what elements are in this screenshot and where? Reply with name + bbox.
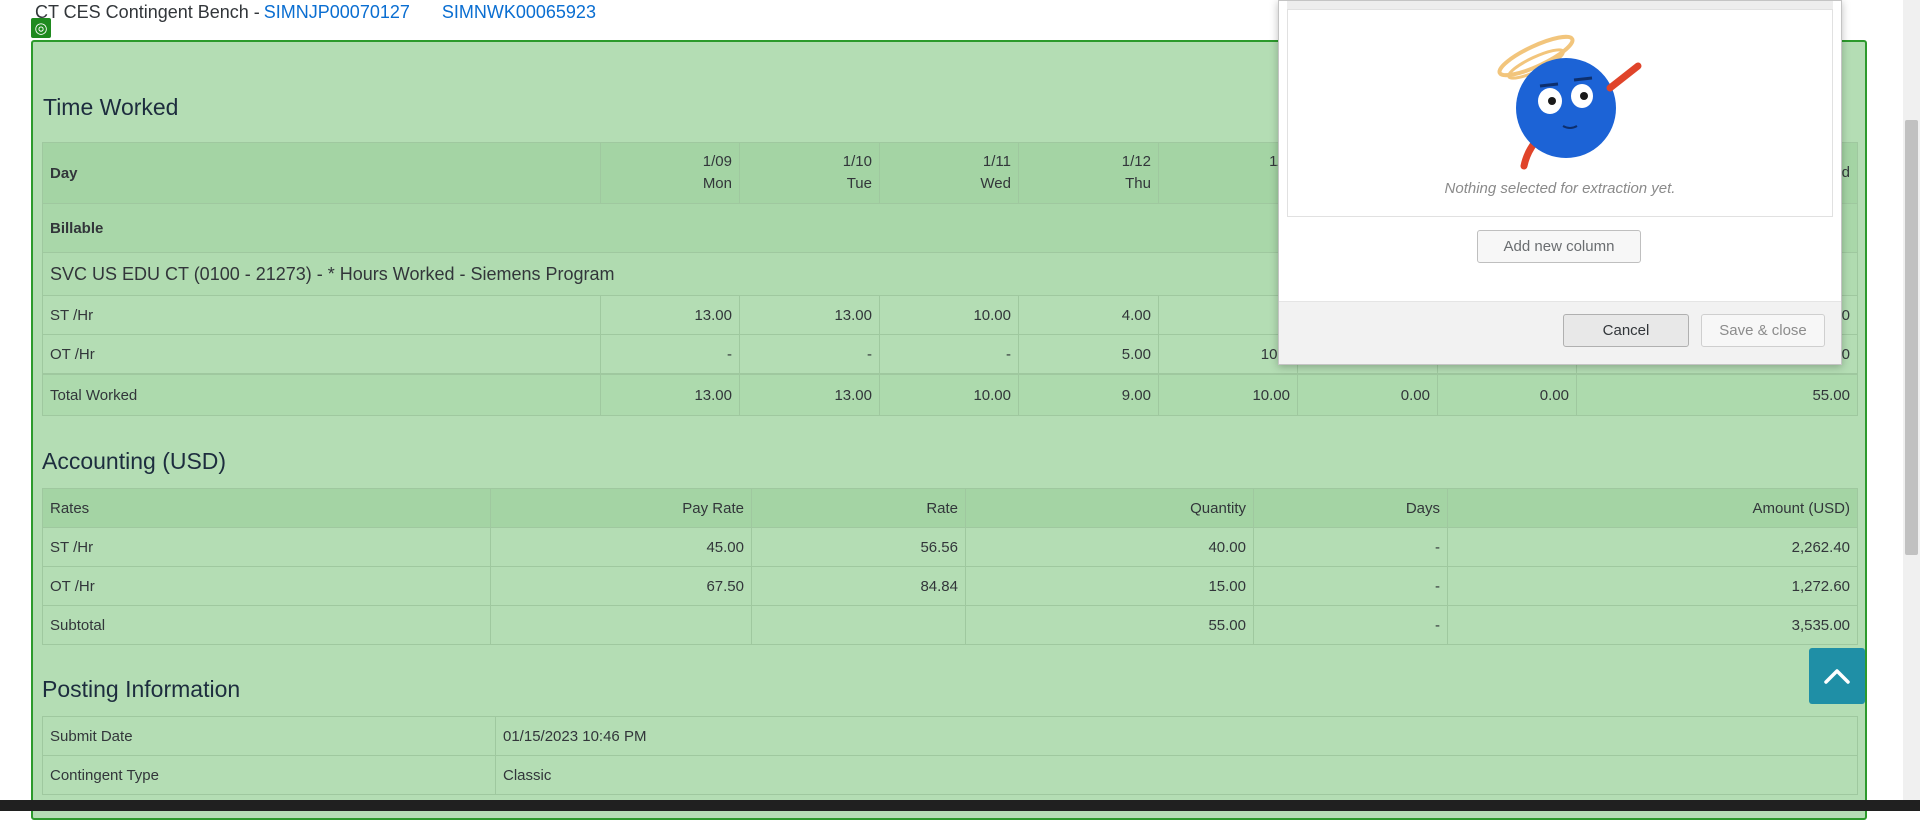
chevron-up-icon	[1824, 669, 1850, 684]
hours-cell: 13.00	[739, 295, 880, 335]
taskbar	[0, 800, 1920, 811]
save-close-button[interactable]: Save & close	[1701, 314, 1825, 347]
scroll-to-top-button[interactable]	[1809, 648, 1865, 704]
rate-label: ST /Hr	[42, 527, 491, 567]
day-col-1: 1/10 Tue	[739, 142, 880, 204]
total-cell: 10.00	[879, 373, 1019, 416]
days-cell: -	[1253, 527, 1448, 567]
total-cell: 0.00	[1297, 373, 1438, 416]
hours-cell: 5.00	[1018, 334, 1159, 375]
quantity-cell: 55.00	[965, 605, 1254, 645]
extraction-dialog: Nothing selected for extraction yet. Add…	[1278, 0, 1842, 365]
quantity-cell: 15.00	[965, 566, 1254, 606]
table-row: ST /Hr 45.00 56.56 40.00 - 2,262.40	[42, 527, 1858, 567]
accounting-table: Rates Pay Rate Rate Quantity Days Amount…	[42, 488, 1858, 645]
rate-cell	[751, 605, 966, 645]
cancel-button[interactable]: Cancel	[1563, 314, 1689, 347]
total-cell: 10.00	[1158, 373, 1298, 416]
posting-value: 01/15/2023 10:46 PM	[495, 716, 1858, 756]
add-column-button[interactable]: Add new column	[1477, 230, 1641, 263]
hours-cell: -	[739, 334, 880, 375]
row-label: ST /Hr	[42, 295, 601, 335]
worker-link[interactable]: SIMNWK00065923	[442, 2, 596, 22]
day-col-4: 1/1F	[1158, 142, 1298, 204]
column-header: Quantity	[965, 488, 1254, 528]
day-col-3: 1/12 Thu	[1018, 142, 1159, 204]
days-cell: -	[1253, 605, 1448, 645]
extraction-panel: Nothing selected for extraction yet.	[1287, 9, 1833, 217]
grand-total-cell: 55.00	[1576, 373, 1858, 416]
hours-cell	[1158, 295, 1298, 335]
table-row: Subtotal 55.00 - 3,535.00	[42, 605, 1858, 645]
row-label: OT /Hr	[42, 334, 601, 375]
hours-cell: 10.00	[879, 295, 1019, 335]
rate-label: Subtotal	[42, 605, 491, 645]
table-row: OT /Hr 67.50 84.84 15.00 - 1,272.60	[42, 566, 1858, 606]
amount-cell: 2,262.40	[1447, 527, 1858, 567]
days-cell: -	[1253, 566, 1448, 606]
hours-cell: 4.00	[1018, 295, 1159, 335]
total-row: Total Worked 13.00 13.00 10.00 9.00 10.0…	[42, 373, 1858, 416]
empty-state-text: Nothing selected for extraction yet.	[1444, 180, 1676, 197]
work-order-link[interactable]: SIMNJP00070127	[264, 2, 410, 22]
column-header: Pay Rate	[490, 488, 752, 528]
dialog-top-strip	[1287, 1, 1833, 9]
day-col-2: 1/11 Wed	[879, 142, 1019, 204]
mascot-illustration	[1497, 34, 1642, 170]
column-header: Days	[1253, 488, 1448, 528]
rate-cell: 56.56	[751, 527, 966, 567]
total-cell: 0.00	[1437, 373, 1577, 416]
table-row: Contingent Type Classic	[42, 755, 1858, 795]
posting-heading: Posting Information	[42, 676, 241, 702]
quantity-cell: 40.00	[965, 527, 1254, 567]
hours-cell: -	[879, 334, 1019, 375]
pay-rate-cell	[490, 605, 752, 645]
rate-cell: 84.84	[751, 566, 966, 606]
posting-label: Submit Date	[42, 716, 496, 756]
pay-rate-cell: 67.50	[490, 566, 752, 606]
table-row: Submit Date 01/15/2023 10:46 PM	[42, 716, 1858, 756]
row-label: Total Worked	[42, 373, 601, 416]
hours-cell: -	[600, 334, 740, 375]
rate-label: OT /Hr	[42, 566, 491, 606]
amount-cell: 3,535.00	[1447, 605, 1858, 645]
total-cell: 13.00	[739, 373, 880, 416]
total-cell: 9.00	[1018, 373, 1159, 416]
column-header: Amount (USD)	[1447, 488, 1858, 528]
posting-table: Submit Date 01/15/2023 10:46 PM Continge…	[42, 716, 1858, 795]
header-row: Rates Pay Rate Rate Quantity Days Amount…	[42, 488, 1858, 528]
total-cell: 13.00	[600, 373, 740, 416]
scrollbar-thumb[interactable]	[1905, 120, 1918, 555]
amount-cell: 1,272.60	[1447, 566, 1858, 606]
page-header: CT CES Contingent Bench - SIMNJP00070127 S…	[35, 2, 596, 23]
time-worked-heading: Time Worked	[43, 94, 179, 120]
column-header: Rates	[42, 488, 491, 528]
dialog-footer: Cancel Save & close	[1279, 301, 1841, 364]
hours-cell: 10.0	[1158, 334, 1298, 375]
hours-cell: 13.00	[600, 295, 740, 335]
day-header: Day	[42, 142, 601, 204]
accounting-heading: Accounting (USD)	[42, 448, 227, 474]
target-icon[interactable]: ◎	[31, 18, 51, 38]
page-title: CT CES Contingent Bench -	[35, 2, 260, 22]
posting-value: Classic	[495, 755, 1858, 795]
column-header: Rate	[751, 488, 966, 528]
pay-rate-cell: 45.00	[490, 527, 752, 567]
day-col-0: 1/09 Mon	[600, 142, 740, 204]
posting-label: Contingent Type	[42, 755, 496, 795]
